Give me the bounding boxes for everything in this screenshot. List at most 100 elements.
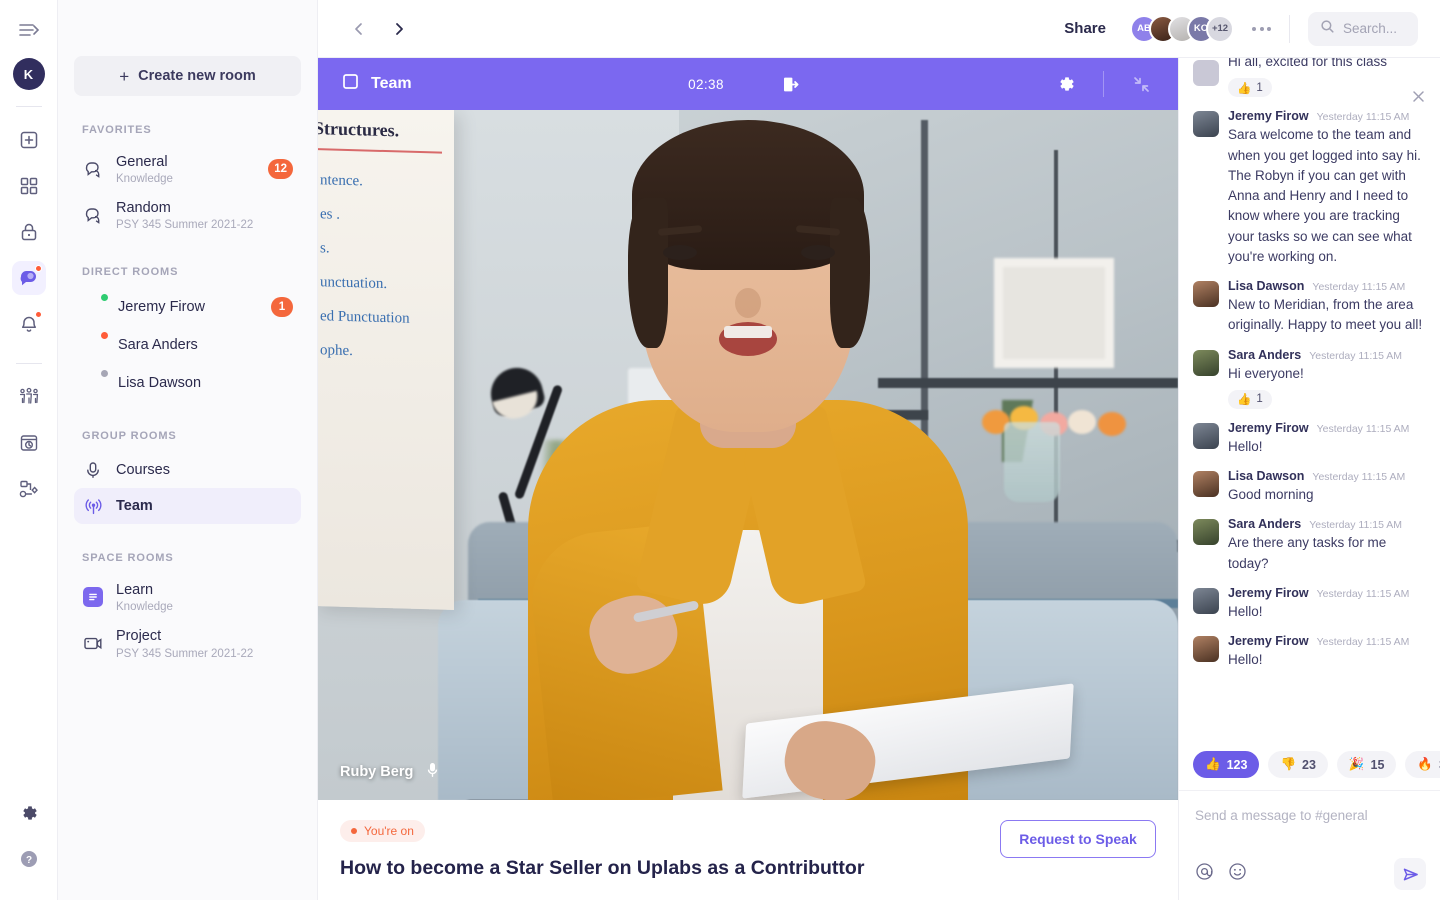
bell-icon[interactable]	[12, 307, 46, 341]
message-reaction[interactable]: 👍 1	[1228, 78, 1272, 98]
chat-message-body: Jeremy Firow Yesterday 11:15 AM Hello!	[1228, 421, 1426, 457]
plus-square-icon[interactable]	[12, 123, 46, 157]
room-name: Team	[116, 498, 153, 515]
message-reaction[interactable]: 👍 1	[1228, 389, 1272, 409]
status-badge	[100, 369, 109, 379]
flipchart-line: ed Punctuation	[320, 308, 410, 327]
menu-collapse-icon[interactable]	[14, 18, 44, 42]
content-split: Team 02:38 Structures. ntence. es . s. u…	[318, 58, 1440, 900]
broadcast-icon	[82, 495, 104, 517]
room-name: Random	[116, 200, 171, 217]
reaction-chip-party[interactable]: 🎉 15	[1336, 751, 1397, 778]
message-author: Sara Anders	[1228, 517, 1302, 532]
room-name: Learn	[116, 582, 154, 599]
forward-arrow-icon[interactable]	[386, 16, 412, 42]
grid-icon[interactable]	[12, 169, 46, 203]
room-name: Courses	[116, 462, 170, 479]
reaction-chip-fire[interactable]: 🔥 3	[1405, 751, 1440, 778]
chat-message-body: Lisa Dawson Yesterday 11:15 AM Good morn…	[1228, 469, 1426, 505]
search-input[interactable]	[1343, 21, 1406, 36]
chat-message-header: Jeremy Firow Yesterday 11:15 AM	[1228, 421, 1426, 435]
room-square-icon	[342, 73, 359, 95]
chat-message-text: Hello!	[1228, 652, 1263, 667]
minimize-icon[interactable]	[1124, 67, 1158, 101]
smiley-icon[interactable]	[1228, 862, 1247, 886]
rooms-sidebar: + Create new room Favorites General Know…	[58, 0, 318, 900]
reaction-chip-thumbs-down[interactable]: 👎 23	[1268, 751, 1328, 778]
sidebar-item-courses[interactable]: Courses	[74, 452, 301, 488]
call-title-group: Team	[342, 73, 412, 95]
close-icon[interactable]	[1408, 86, 1428, 106]
participant-avatar-stack[interactable]: AB KO +12	[1130, 14, 1234, 43]
room-subtitle: PSY 345 Summer 2021-22	[116, 647, 254, 660]
chat-message: Hi all, excited for this class 👍 1	[1193, 58, 1426, 98]
message-timestamp: Yesterday 11:15 AM	[1316, 636, 1410, 648]
flipchart-line: ntence.	[320, 172, 363, 190]
history-icon[interactable]	[12, 426, 46, 460]
sidebar-item-project[interactable]: Project PSY 345 Summer 2021-22	[74, 620, 301, 666]
chat-message-input[interactable]	[1195, 808, 1424, 823]
sidebar-item-random[interactable]: Random PSY 345 Summer 2021-22	[74, 192, 301, 238]
avatar[interactable]: K	[12, 58, 45, 90]
chat-icon[interactable]	[11, 261, 46, 295]
lock-icon[interactable]	[12, 215, 46, 249]
sidebar-item-learn[interactable]: Learn Knowledge	[74, 574, 301, 620]
sidebar-item-text: Learn Knowledge	[116, 581, 293, 613]
share-button[interactable]: Share	[1064, 20, 1106, 37]
video-card-icon	[82, 632, 104, 654]
gear-icon[interactable]	[1049, 67, 1083, 101]
reaction-count: 23	[1302, 757, 1316, 772]
call-timer: 02:38	[688, 76, 724, 92]
room-name: General	[116, 154, 168, 170]
chat-message-header: Lisa Dawson Yesterday 11:15 AM	[1228, 279, 1426, 293]
create-new-room-button[interactable]: + Create new room	[74, 56, 301, 96]
back-arrow-icon[interactable]	[346, 16, 372, 42]
sidebar-item-lisa-dawson[interactable]: Lisa Dawson	[74, 364, 301, 402]
at-icon[interactable]	[1195, 862, 1214, 886]
more-options-icon[interactable]	[1252, 26, 1271, 31]
microphone-icon	[82, 459, 104, 481]
chat-message-list[interactable]: Hi all, excited for this class 👍 1 Jerem…	[1179, 58, 1440, 741]
video-feed[interactable]: Structures. ntence. es . s. unctuation. …	[318, 110, 1178, 800]
chat-message-header: Jeremy Firow Yesterday 11:15 AM	[1228, 634, 1426, 648]
help-icon[interactable]: ?	[12, 842, 46, 876]
speaker-name-tag: Ruby Berg	[340, 762, 440, 782]
chat-message-header: Sara Anders Yesterday 11:15 AM	[1228, 348, 1426, 362]
message-timestamp: Yesterday 11:15 AM	[1309, 349, 1403, 362]
plus-icon: +	[119, 66, 130, 86]
people-icon[interactable]	[12, 380, 46, 414]
flow-icon[interactable]	[12, 472, 46, 506]
call-stage: Team 02:38 Structures. ntence. es . s. u…	[318, 58, 1178, 900]
search-icon	[1320, 19, 1335, 39]
thumbs-up-icon: 👍	[1205, 757, 1221, 771]
sidebar-item-text: Courses	[116, 461, 293, 479]
live-status-badge: You're on	[340, 820, 425, 842]
sidebar-item-sara-anders[interactable]: Sara Anders	[74, 326, 301, 364]
avatar-overflow-count[interactable]: +12	[1206, 14, 1234, 43]
message-timestamp: Yesterday 11:15 AM	[1309, 519, 1403, 532]
sidebar-item-jeremy-firow[interactable]: Jeremy Firow 1	[74, 288, 301, 326]
icon-rail: K ?	[0, 0, 58, 900]
avatar	[1193, 349, 1219, 376]
avatar	[82, 331, 109, 357]
room-name: Project	[116, 628, 162, 645]
navigation-arrows	[346, 16, 412, 42]
speaker-name: Ruby Berg	[340, 764, 414, 780]
session-title: How to become a Star Seller on Uplabs as…	[340, 857, 865, 879]
send-icon[interactable]	[1394, 858, 1426, 890]
gear-icon[interactable]	[12, 796, 46, 830]
call-separator	[1103, 71, 1104, 97]
search-box[interactable]	[1308, 11, 1418, 46]
composer-tools	[1195, 862, 1247, 886]
request-to-speak-button[interactable]: Request to Speak	[1000, 820, 1156, 858]
message-timestamp: Yesterday 11:15 AM	[1316, 111, 1410, 124]
chat-message: Jeremy Firow Yesterday 11:15 AM Hello!	[1193, 586, 1426, 622]
sidebar-item-general[interactable]: General Knowledge 12	[74, 146, 301, 192]
flipchart-line: Structures.	[318, 118, 400, 141]
sidebar-item-team[interactable]: Team	[74, 488, 301, 525]
room-name: Lisa Dawson	[118, 375, 202, 392]
reaction-chip-thumbs-up[interactable]: 👍 123	[1193, 751, 1260, 778]
exit-door-icon[interactable]	[774, 67, 808, 101]
avatar	[1193, 587, 1219, 614]
message-timestamp: Yesterday 11:15 AM	[1316, 422, 1410, 435]
